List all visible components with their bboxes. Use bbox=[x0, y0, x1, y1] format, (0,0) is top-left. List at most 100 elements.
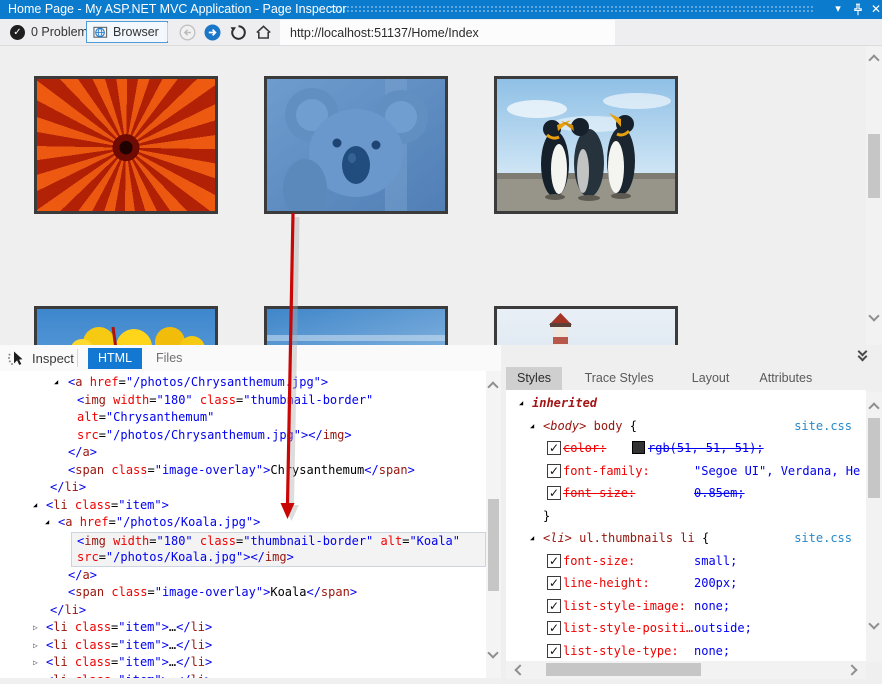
window-title: Home Page - My ASP.NET MVC Application -… bbox=[8, 2, 347, 16]
problems-count[interactable]: 0 Problems bbox=[31, 25, 94, 39]
window-menu-icon[interactable]: ▾ bbox=[830, 1, 846, 18]
css-property-row: ✓font-size:0.85em; bbox=[506, 482, 866, 505]
thumbnail-tulips[interactable] bbox=[34, 306, 218, 345]
scroll-down-icon[interactable] bbox=[868, 618, 879, 629]
toolbar: ✓ 0 Problems Browser bbox=[0, 19, 882, 46]
inspect-cursor-icon bbox=[6, 349, 25, 367]
styles-hscrollbar[interactable] bbox=[506, 661, 866, 679]
expanded-node-icon[interactable]: ◢ bbox=[530, 527, 534, 550]
scrollbar-thumb[interactable] bbox=[488, 499, 499, 591]
collapsed-node-icon[interactable]: ▷ bbox=[33, 654, 38, 672]
property-checkbox[interactable]: ✓ bbox=[547, 554, 561, 568]
styles-rules-view: ◢inherited◢<body> body {site.css✓color:r… bbox=[506, 390, 866, 662]
inspect-button[interactable]: Inspect bbox=[6, 346, 74, 370]
toolbar-separator bbox=[167, 23, 168, 41]
thumbnail-koala[interactable] bbox=[264, 76, 448, 214]
tab-layout[interactable]: Layout bbox=[681, 367, 741, 390]
page-inspector-window: Home Page - My ASP.NET MVC Application -… bbox=[0, 0, 882, 684]
scroll-left-icon[interactable] bbox=[514, 664, 525, 675]
code-hscrollbar[interactable] bbox=[0, 678, 501, 684]
url-input[interactable] bbox=[280, 20, 615, 45]
code-line[interactable]: </li> bbox=[0, 602, 486, 620]
tab-styles[interactable]: Styles bbox=[506, 367, 562, 390]
code-line[interactable]: src="/photos/Koala.jpg"></img> bbox=[71, 549, 486, 567]
css-property-row: ✓font-family:"Segoe UI", Verdana, He bbox=[506, 460, 866, 483]
thumbnail-chrysanthemum[interactable] bbox=[34, 76, 218, 214]
code-line[interactable]: </li> bbox=[0, 479, 486, 497]
code-line[interactable]: <span class="image-overlay">Chrysanthemu… bbox=[0, 462, 486, 480]
code-line[interactable]: ▷<li class="item">…</li> bbox=[0, 619, 486, 637]
browser-preview-pane bbox=[0, 46, 866, 345]
collapsed-node-icon[interactable]: ▷ bbox=[33, 637, 38, 655]
scroll-up-icon[interactable] bbox=[487, 381, 498, 392]
thumbnail-sky[interactable] bbox=[264, 306, 448, 345]
styles-tab-row: Styles Trace Styles Layout Attributes bbox=[506, 367, 882, 390]
tab-html[interactable]: HTML bbox=[88, 348, 142, 369]
pin-icon[interactable] bbox=[850, 1, 866, 18]
browser-button[interactable]: Browser bbox=[86, 21, 168, 43]
html-source-panel: Inspect HTML Files ◢<a href="/photos/Chr… bbox=[0, 345, 501, 684]
code-line[interactable]: </a> bbox=[0, 444, 486, 462]
code-line[interactable]: <span class="image-overlay">Koala</span> bbox=[0, 584, 486, 602]
tab-trace-styles[interactable]: Trace Styles bbox=[574, 367, 665, 390]
collapse-panel-icon[interactable] bbox=[856, 348, 870, 362]
expanded-node-icon[interactable]: ◢ bbox=[33, 497, 37, 515]
code-line[interactable]: src="/photos/Chrysanthemum.jpg"></img> bbox=[0, 427, 486, 445]
html-code-view: ◢<a href="/photos/Chrysanthemum.jpg"><im… bbox=[0, 371, 486, 684]
inspect-separator bbox=[77, 349, 78, 367]
css-rule-header: ◢<body> body {site.css bbox=[506, 415, 866, 438]
scroll-up-icon[interactable] bbox=[868, 402, 879, 413]
expanded-node-icon[interactable]: ◢ bbox=[530, 415, 534, 438]
browser-scrollbar[interactable] bbox=[866, 46, 882, 345]
tab-files[interactable]: Files bbox=[146, 348, 192, 369]
code-line[interactable]: ▷<li class="item">…</li> bbox=[0, 654, 486, 672]
code-line[interactable]: ◢<a href="/photos/Koala.jpg"> bbox=[0, 514, 486, 532]
stylesheet-link[interactable]: site.css bbox=[794, 527, 852, 550]
expanded-node-icon[interactable]: ◢ bbox=[519, 392, 523, 415]
refresh-icon[interactable] bbox=[230, 24, 247, 41]
code-line[interactable]: <img width="180" class="thumbnail-border… bbox=[71, 532, 486, 550]
property-checkbox[interactable]: ✓ bbox=[547, 576, 561, 590]
code-line[interactable]: <img width="180" class="thumbnail-border… bbox=[0, 392, 486, 410]
code-line[interactable]: ◢<li class="item"> bbox=[0, 497, 486, 515]
css-rule-header: ◢<li> ul.thumbnails li {site.css bbox=[506, 527, 866, 550]
styles-scrollbar[interactable] bbox=[866, 392, 882, 662]
scrollbar-thumb[interactable] bbox=[546, 663, 701, 676]
css-property-row: ✓color:rgb(51, 51, 51); bbox=[506, 437, 866, 460]
scrollbar-thumb[interactable] bbox=[868, 418, 880, 498]
property-checkbox[interactable]: ✓ bbox=[547, 486, 561, 500]
forward-icon[interactable] bbox=[204, 24, 221, 41]
scroll-down-icon[interactable] bbox=[868, 310, 879, 321]
property-checkbox[interactable]: ✓ bbox=[547, 441, 561, 455]
scrollbar-thumb[interactable] bbox=[868, 134, 880, 198]
code-line[interactable]: alt="Chrysanthemum" bbox=[0, 409, 486, 427]
property-checkbox[interactable]: ✓ bbox=[547, 621, 561, 635]
scroll-down-icon[interactable] bbox=[487, 647, 498, 658]
titlebar: Home Page - My ASP.NET MVC Application -… bbox=[0, 0, 882, 19]
collapsed-node-icon[interactable]: ▷ bbox=[33, 619, 38, 637]
css-property-row: ✓line-height:200px; bbox=[506, 572, 866, 595]
thumbnail-lighthouse[interactable] bbox=[494, 306, 678, 345]
inspect-toolbar: Inspect HTML Files bbox=[0, 345, 501, 371]
property-checkbox[interactable]: ✓ bbox=[547, 599, 561, 613]
inherited-group-header: ◢inherited bbox=[506, 392, 866, 415]
scroll-up-icon[interactable] bbox=[868, 54, 879, 65]
stylesheet-link[interactable]: site.css bbox=[794, 415, 852, 438]
globe-window-icon bbox=[93, 25, 108, 40]
home-icon[interactable] bbox=[255, 24, 272, 41]
expanded-node-icon[interactable]: ◢ bbox=[45, 514, 49, 532]
scroll-right-icon[interactable] bbox=[846, 664, 857, 675]
close-icon[interactable]: ✕ bbox=[868, 1, 882, 18]
browser-button-label: Browser bbox=[113, 25, 159, 39]
code-line[interactable]: ▷<li class="item">…</li> bbox=[0, 637, 486, 655]
back-icon[interactable] bbox=[179, 24, 196, 41]
css-property-row: ✓list-style-type:none; bbox=[506, 640, 866, 663]
property-checkbox[interactable]: ✓ bbox=[547, 464, 561, 478]
property-checkbox[interactable]: ✓ bbox=[547, 644, 561, 658]
expanded-node-icon[interactable]: ◢ bbox=[54, 374, 58, 392]
code-scrollbar[interactable] bbox=[486, 371, 501, 678]
tab-attributes[interactable]: Attributes bbox=[748, 367, 823, 390]
thumbnail-penguins[interactable] bbox=[494, 76, 678, 214]
code-line[interactable]: </a> bbox=[0, 567, 486, 585]
code-line[interactable]: ◢<a href="/photos/Chrysanthemum.jpg"> bbox=[0, 374, 486, 392]
